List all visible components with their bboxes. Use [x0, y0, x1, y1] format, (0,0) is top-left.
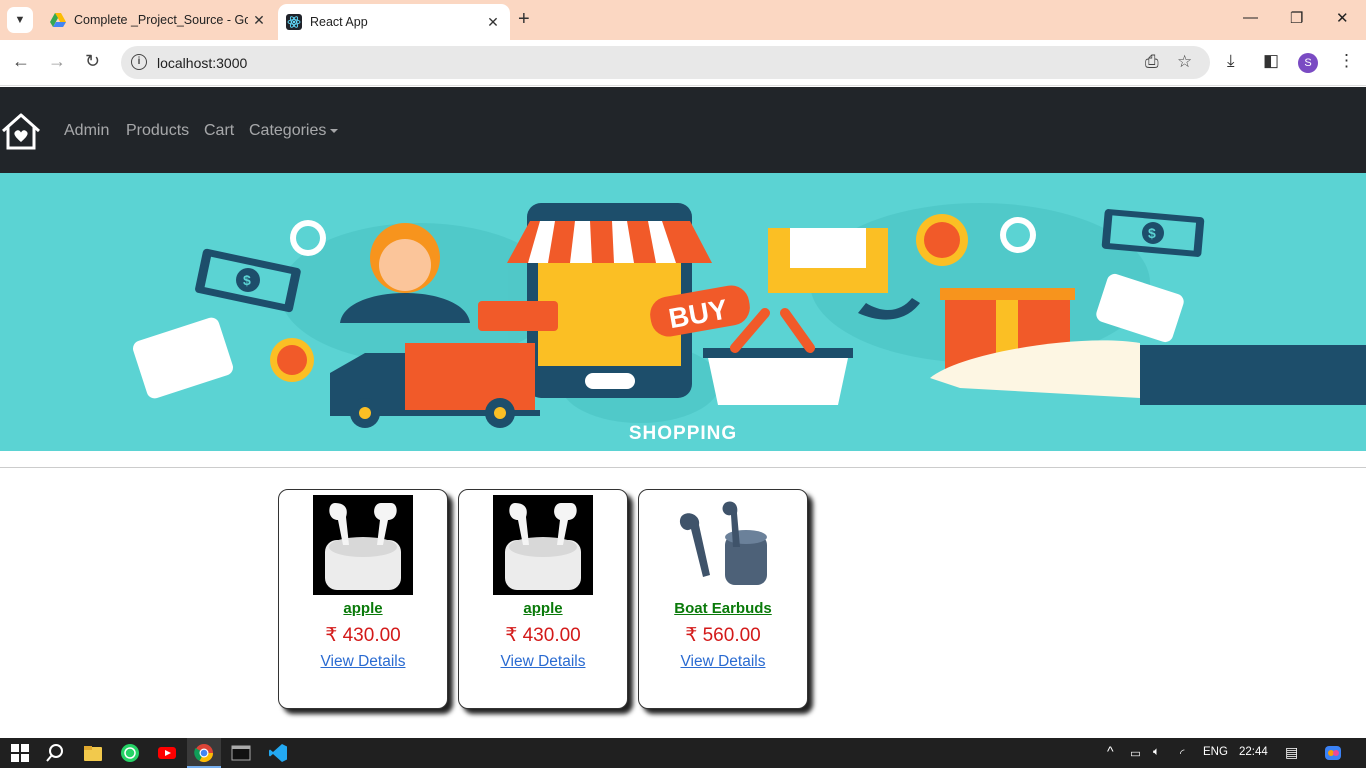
profile-avatar[interactable]: S — [1298, 53, 1318, 73]
windows-taskbar: ^ ▭ 🔈︎ ◜ ENG 22:44 ▤ — [0, 738, 1366, 768]
battery-icon[interactable]: ▭ — [1130, 746, 1141, 760]
svg-text:$: $ — [243, 272, 251, 288]
terminal-icon[interactable] — [231, 743, 251, 763]
product-card: apple ₹ 430.00 View Details — [278, 489, 448, 709]
react-icon — [286, 14, 302, 30]
youtube-icon[interactable] — [157, 743, 177, 763]
new-tab-icon[interactable]: + — [518, 8, 530, 31]
nav-link-admin[interactable]: Admin — [64, 122, 109, 140]
side-panel-icon[interactable]: ◧ — [1263, 51, 1279, 71]
tray-chevron-up-icon[interactable]: ^ — [1107, 743, 1114, 759]
close-tab-icon[interactable]: ✕ — [482, 14, 504, 31]
app-navbar: Admin Products Cart Categories — [0, 87, 1366, 173]
browser-toolbar: ← → ↻ i ⎙ ☆ ⤓ ◧ S ⋮ — [0, 40, 1366, 86]
close-tab-icon[interactable]: ✕ — [248, 12, 270, 29]
view-details-link[interactable]: View Details — [279, 653, 447, 671]
product-name-link[interactable]: apple — [279, 600, 447, 617]
chrome-icon[interactable] — [194, 743, 214, 763]
product-card: apple ₹ 430.00 View Details — [458, 489, 628, 709]
boat-earbuds-image — [673, 495, 773, 595]
section-divider — [0, 467, 1366, 468]
product-card: Boat Earbuds ₹ 560.00 View Details — [638, 489, 808, 709]
site-info-icon[interactable]: i — [131, 54, 147, 70]
forward-arrow-icon[interactable]: → — [48, 51, 66, 72]
file-explorer-icon[interactable] — [83, 743, 103, 763]
download-icon[interactable]: ⤓ — [1227, 51, 1235, 71]
whatsapp-icon[interactable] — [120, 743, 140, 763]
nav-dropdown-label: Categories — [249, 122, 327, 139]
home-heart-icon[interactable] — [0, 111, 42, 151]
back-arrow-icon[interactable]: ← — [12, 51, 30, 72]
banner-caption: SHOPPING — [628, 423, 738, 444]
wifi-icon[interactable]: ◜ — [1180, 746, 1184, 760]
product-price: ₹ 430.00 — [325, 625, 401, 646]
clock-time[interactable]: 22:44 — [1239, 746, 1268, 758]
tab-title: React App — [310, 15, 368, 29]
language-indicator[interactable]: ENG — [1203, 746, 1228, 758]
product-price: ₹ 560.00 — [685, 625, 761, 646]
windows-start-icon[interactable] — [10, 743, 30, 763]
google-drive-icon — [50, 13, 66, 27]
airpods-pro-image — [493, 495, 593, 595]
product-price: ₹ 430.00 — [505, 625, 581, 646]
svg-text:$: $ — [1148, 225, 1156, 241]
vscode-icon[interactable] — [268, 743, 288, 763]
volume-icon[interactable]: 🔈︎ — [1153, 746, 1160, 759]
close-window-icon[interactable]: ✕ — [1336, 9, 1349, 27]
money-bill-icon: $ — [195, 248, 301, 313]
nav-link-products[interactable]: Products — [126, 122, 189, 140]
tab-title: Complete _Project_Source - Go — [74, 13, 248, 27]
tab-search-chevron-icon[interactable]: ▼ — [7, 7, 33, 33]
view-details-link[interactable]: View Details — [459, 653, 627, 671]
caret-down-icon — [330, 128, 339, 133]
reload-icon[interactable]: ↻ — [85, 51, 100, 72]
notifications-icon[interactable]: ▤ — [1285, 744, 1298, 761]
nav-link-cart[interactable]: Cart — [204, 122, 234, 140]
search-icon[interactable] — [45, 743, 65, 763]
restore-icon[interactable]: ❐ — [1290, 9, 1303, 27]
view-details-link[interactable]: View Details — [639, 653, 807, 671]
minimize-icon[interactable]: — — [1243, 9, 1258, 26]
shopping-illustration: $ $ BUY — [133, 203, 1366, 428]
browser-tab-react-app[interactable]: React App ✕ — [278, 4, 510, 40]
menu-kebab-icon[interactable]: ⋮ — [1338, 51, 1355, 71]
nav-dropdown-categories[interactable]: Categories — [249, 122, 339, 140]
install-app-icon[interactable]: ⎙ — [1145, 52, 1159, 72]
copilot-icon[interactable] — [1323, 743, 1343, 763]
url-input[interactable] — [157, 52, 1057, 73]
hero-banner: $ $ BUY SHOPPING — [0, 173, 1366, 451]
product-name-link[interactable]: Boat Earbuds — [639, 600, 807, 617]
product-name-link[interactable]: apple — [459, 600, 627, 617]
bookmark-star-icon[interactable]: ☆ — [1177, 52, 1192, 72]
browser-tab-drive[interactable]: Complete _Project_Source - Go ✕ — [40, 0, 276, 40]
address-bar[interactable]: i ⎙ ☆ — [121, 46, 1210, 79]
browser-tab-strip: ▼ Complete _Project_Source - Go ✕ React … — [0, 0, 1366, 40]
airpods-pro-image — [313, 495, 413, 595]
